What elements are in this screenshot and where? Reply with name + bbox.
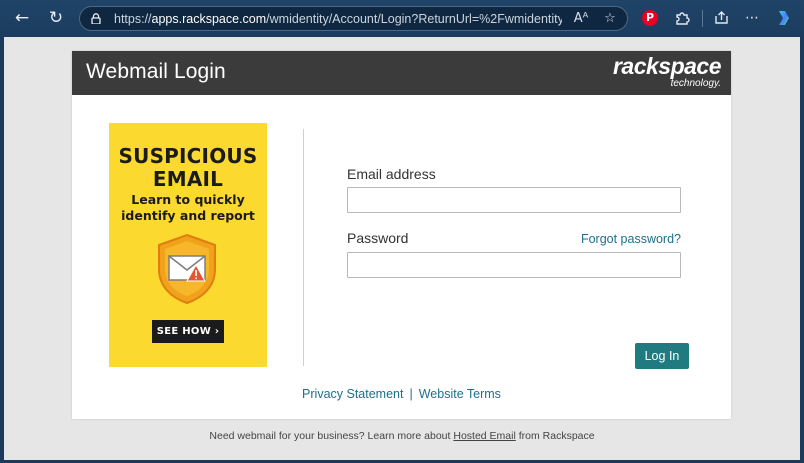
page-body: Webmail Login rackspace technology. SUSP… bbox=[4, 37, 800, 460]
panel-header: Webmail Login rackspace technology. bbox=[72, 51, 731, 95]
ad-subtext: Learn to quickly identify and report bbox=[121, 192, 255, 223]
share-icon[interactable] bbox=[710, 7, 732, 29]
copilot-icon[interactable] bbox=[773, 7, 795, 29]
lock-icon[interactable] bbox=[91, 13, 101, 24]
hosted-email-note: Need webmail for your business? Learn mo… bbox=[209, 430, 595, 442]
read-aloud-icon[interactable]: Aᴬ bbox=[572, 10, 590, 28]
url-text[interactable]: https://apps.rackspace.com/wmidentity/Ac… bbox=[114, 12, 562, 26]
back-arrow-icon[interactable]: ← bbox=[10, 6, 34, 30]
footer-links: Privacy Statement | Website Terms bbox=[72, 387, 731, 401]
vertical-divider bbox=[303, 129, 304, 366]
pinterest-extension-icon[interactable]: P bbox=[642, 10, 658, 26]
reload-icon[interactable]: ↻ bbox=[44, 6, 68, 30]
toolbar-divider bbox=[702, 10, 703, 27]
forgot-password-link[interactable]: Forgot password? bbox=[581, 232, 681, 246]
favorite-star-icon[interactable]: ☆ bbox=[601, 10, 619, 28]
suspicious-email-ad[interactable]: SUSPICIOUS EMAIL Learn to quickly identi… bbox=[109, 123, 267, 367]
email-label: Email address bbox=[347, 166, 436, 182]
privacy-statement-link[interactable]: Privacy Statement bbox=[302, 387, 403, 401]
password-label: Password bbox=[347, 230, 409, 246]
shield-envelope-warning-icon bbox=[158, 233, 216, 305]
login-panel: Webmail Login rackspace technology. SUSP… bbox=[72, 51, 731, 419]
browser-toolbar: ← ↻ https://apps.rackspace.com/wmidentit… bbox=[0, 0, 804, 37]
logo-subtext: technology. bbox=[670, 78, 721, 89]
more-menu-icon[interactable]: ⋯ bbox=[741, 7, 763, 29]
email-field[interactable] bbox=[347, 187, 681, 213]
password-field[interactable] bbox=[347, 252, 681, 278]
hosted-email-link[interactable]: Hosted Email bbox=[453, 430, 515, 442]
extensions-puzzle-icon[interactable] bbox=[671, 7, 693, 29]
address-bar[interactable]: https://apps.rackspace.com/wmidentity/Ac… bbox=[79, 6, 628, 31]
footer-separator: | bbox=[409, 387, 413, 401]
logo-wordmark: rackspace bbox=[612, 53, 722, 79]
see-how-button[interactable]: SEE HOW › bbox=[152, 320, 224, 343]
page-title: Webmail Login bbox=[86, 60, 226, 83]
website-terms-link[interactable]: Website Terms bbox=[419, 387, 501, 401]
rackspace-logo: rackspace technology. bbox=[612, 53, 722, 90]
ad-headline: SUSPICIOUS EMAIL bbox=[118, 144, 258, 191]
log-in-button[interactable]: Log In bbox=[635, 343, 689, 369]
